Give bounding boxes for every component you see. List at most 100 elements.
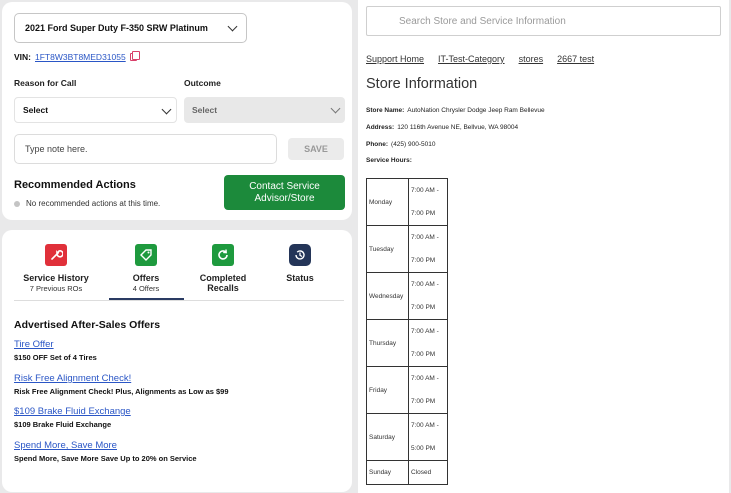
reason-label: Reason for Call — [14, 78, 77, 88]
day-cell: Friday — [366, 366, 409, 414]
store-name-label: Store Name: — [366, 107, 405, 114]
offer-desc: Spend More, Save More Save Up to 20% on … — [14, 454, 197, 463]
day-cell: Saturday — [366, 413, 409, 461]
store-phone: (425) 900-5010 — [391, 141, 436, 148]
breadcrumb-link[interactable]: IT-Test-Category — [438, 54, 505, 64]
status-dot-icon — [14, 200, 20, 207]
table-row: Sunday Closed — [366, 460, 448, 485]
time-cell: Closed — [408, 460, 448, 485]
save-button[interactable]: SAVE — [288, 138, 344, 160]
offer-link[interactable]: Spend More, Save More — [14, 440, 197, 451]
close-time: 7:00 PM — [411, 210, 436, 217]
store-search-input[interactable]: Search Store and Service Information — [366, 6, 721, 36]
breadcrumb-link[interactable]: Support Home — [366, 54, 424, 64]
close-time: 7:00 PM — [411, 257, 436, 264]
time-cell: 7:00 AM - 7:00 PM — [408, 272, 448, 320]
tag-icon — [135, 244, 157, 266]
outcome-select[interactable]: Select — [184, 97, 345, 123]
offer-item: $109 Brake Fluid Exchange $109 Brake Flu… — [14, 406, 131, 429]
open-time: 7:00 AM - — [411, 234, 439, 241]
table-row: Friday 7:00 AM - 7:00 PM — [366, 366, 448, 414]
offers-title: Advertised After-Sales Offers — [14, 319, 161, 331]
vin-label: VIN: — [14, 52, 31, 62]
close-time: 7:00 PM — [411, 351, 436, 358]
table-row: Monday 7:00 AM - 7:00 PM — [366, 178, 448, 226]
search-placeholder: Search Store and Service Information — [399, 15, 566, 27]
breadcrumb-link[interactable]: 2667 test — [557, 54, 594, 64]
tabs-divider — [14, 300, 344, 301]
store-name: AutoNation Chrysler Dodge Jeep Ram Belle… — [407, 107, 545, 114]
store-address: 120 116th Avenue NE, Bellvue, WA 98004 — [397, 124, 519, 131]
chevron-down-icon — [227, 21, 238, 32]
call-panel: 2021 Ford Super Duty F-350 SRW Platinum … — [2, 2, 352, 220]
copy-icon[interactable] — [129, 51, 140, 61]
history-icon — [289, 244, 311, 266]
tab-label: Completed Recalls — [199, 273, 247, 293]
day-cell: Thursday — [366, 319, 409, 367]
close-time: 5:00 PM — [411, 445, 436, 452]
service-hours-label: Service Hours: — [366, 157, 415, 164]
open-time: 7:00 AM - — [411, 281, 439, 288]
wrench-icon — [45, 244, 67, 266]
recommended-empty-text: No recommended actions at this time. — [26, 199, 161, 208]
open-time: 7:00 AM - — [411, 422, 439, 429]
offer-desc: $150 OFF Set of 4 Tires — [14, 353, 97, 362]
refresh-icon — [212, 244, 234, 266]
offer-link[interactable]: $109 Brake Fluid Exchange — [14, 406, 131, 417]
breadcrumb: Support Home IT-Test-Category stores 266… — [366, 54, 594, 64]
offer-item: Spend More, Save More Spend More, Save M… — [14, 440, 197, 463]
store-name-row: Store Name: AutoNation Chrysler Dodge Jee… — [366, 107, 545, 114]
recommended-title: Recommended Actions — [14, 179, 136, 191]
tab-status[interactable]: Status — [255, 244, 345, 283]
close-time: 7:00 PM — [411, 304, 436, 311]
store-address-label: Address: — [366, 124, 395, 131]
table-row: Saturday 7:00 AM - 5:00 PM — [366, 413, 448, 461]
offer-item: Tire Offer $150 OFF Set of 4 Tires — [14, 339, 97, 362]
offers-panel: Service History 7 Previous ROs Offers 4 … — [2, 230, 352, 492]
offer-link[interactable]: Tire Offer — [14, 339, 97, 350]
note-placeholder: Type note here. — [25, 144, 88, 154]
reason-select[interactable]: Select — [14, 97, 177, 123]
day-cell: Monday — [366, 178, 409, 226]
offer-link[interactable]: Risk Free Alignment Check! — [14, 373, 229, 384]
breadcrumb-link[interactable]: stores — [519, 54, 544, 64]
tab-label: Service History — [23, 273, 89, 283]
outcome-select-value: Select — [192, 105, 218, 115]
open-time: 7:00 AM - — [411, 328, 439, 335]
active-tab-indicator — [109, 298, 184, 300]
time-cell: 7:00 AM - 5:00 PM — [408, 413, 448, 461]
offer-desc: $109 Brake Fluid Exchange — [14, 420, 112, 429]
day-cell: Wednesday — [366, 272, 409, 320]
open-time: Closed — [411, 469, 432, 476]
store-panel: Search Store and Service Information Sup… — [358, 0, 729, 493]
service-hours-heading: Service Hours: — [366, 157, 412, 164]
table-row: Wednesday 7:00 AM - 7:00 PM — [366, 272, 448, 320]
tab-sublabel: 7 Previous ROs — [29, 284, 83, 293]
contact-advisor-button[interactable]: Contact Service Advisor/Store — [224, 175, 345, 210]
note-input[interactable]: Type note here. — [14, 134, 277, 164]
day-cell: Tuesday — [366, 225, 409, 273]
chevron-down-icon — [161, 104, 172, 115]
outcome-label: Outcome — [184, 78, 221, 88]
offer-desc: Risk Free Alignment Check! Plus, Alignme… — [14, 387, 229, 396]
vehicle-select[interactable]: 2021 Ford Super Duty F-350 SRW Platinum — [14, 13, 247, 43]
tab-label: Status — [286, 273, 314, 283]
vin-link[interactable]: 1FT8W3BT8MED31055 — [35, 52, 126, 62]
store-address-row: Address: 120 116th Avenue NE, Bellvue, WA… — [366, 124, 518, 131]
time-cell: 7:00 AM - 7:00 PM — [408, 366, 448, 414]
time-cell: 7:00 AM - 7:00 PM — [408, 319, 448, 367]
tab-service-history[interactable]: Service History 7 Previous ROs — [11, 244, 101, 293]
vehicle-select-value: 2021 Ford Super Duty F-350 SRW Platinum — [25, 23, 208, 33]
recommended-empty: No recommended actions at this time. — [14, 199, 160, 208]
close-time: 7:00 PM — [411, 398, 436, 405]
service-hours-table: Monday 7:00 AM -7:00 PM Tuesday 7:00 AM -7… — [366, 178, 448, 485]
table-row: Thursday 7:00 AM - 7:00 PM — [366, 319, 448, 367]
open-time: 7:00 AM - — [411, 375, 439, 382]
chevron-down-icon — [330, 103, 341, 114]
vin-row: VIN: 1FT8W3BT8MED31055 — [14, 51, 140, 62]
time-cell: 7:00 AM - 7:00 PM — [408, 178, 448, 226]
day-cell: Sunday — [366, 460, 409, 485]
open-time: 7:00 AM - — [411, 187, 439, 194]
store-phone-row: Phone: (425) 900-5010 — [366, 141, 435, 148]
time-cell: 7:00 AM - 7:00 PM — [408, 225, 448, 273]
